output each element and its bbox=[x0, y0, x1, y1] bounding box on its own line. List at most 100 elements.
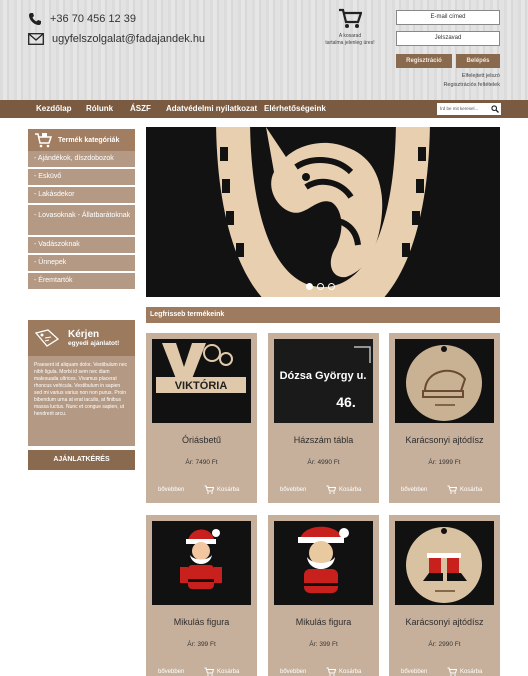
nav-item-contact[interactable]: Elérhetőségeink bbox=[264, 100, 326, 118]
category-item-hunters[interactable]: - Vadászoknak bbox=[28, 237, 135, 255]
details-link[interactable]: bővebben bbox=[401, 669, 427, 675]
cart-icon bbox=[204, 667, 214, 676]
offer-title: Kérjen bbox=[68, 329, 100, 340]
nav-item-about[interactable]: Rólunk bbox=[86, 100, 113, 118]
product-card[interactable]: Mikulás figura Ár: 399 Ft bővebben Kosár… bbox=[146, 515, 257, 676]
offer-header: Kérjen egyedi ajánlatot! bbox=[28, 320, 135, 356]
offer-subtitle: egyedi ajánlatot! bbox=[68, 340, 120, 347]
product-image[interactable]: Dózsa György u. 46. bbox=[274, 339, 373, 423]
cart-icon bbox=[326, 667, 336, 676]
product-card[interactable]: Dózsa György u. 46. Házszám tábla Ár: 49… bbox=[268, 333, 379, 503]
hero-slider[interactable] bbox=[146, 127, 500, 297]
category-sidebar: Termék kategóriák - Ajándékok, díszdoboz… bbox=[28, 129, 135, 291]
nav-item-privacy[interactable]: Adatvédelmi nyilatkozat bbox=[166, 100, 257, 118]
product-price: Ár: 4990 Ft bbox=[307, 459, 340, 466]
cart-status-line1: A kosarad bbox=[338, 33, 362, 39]
add-to-cart-label: Kosárba bbox=[339, 668, 362, 675]
product-name[interactable]: Karácsonyi ajtódísz bbox=[389, 617, 500, 627]
email-field[interactable]: E-mail címed bbox=[396, 10, 500, 25]
phone-icon bbox=[29, 13, 41, 25]
cart-icon bbox=[326, 485, 336, 494]
phone-contact[interactable]: +36 70 456 12 39 bbox=[28, 12, 136, 26]
christmas-door-ornament-image bbox=[406, 527, 482, 603]
product-image[interactable] bbox=[274, 521, 373, 605]
details-link[interactable]: bővebben bbox=[280, 487, 306, 493]
product-name[interactable]: Karácsonyi ajtódísz bbox=[389, 435, 500, 445]
mail-icon bbox=[28, 33, 44, 45]
nav-item-home[interactable]: Kezdőlap bbox=[36, 100, 72, 118]
product-card[interactable]: Karácsonyi ajtódísz Ár: 2990 Ft bővebben… bbox=[389, 515, 500, 676]
add-to-cart-button[interactable]: Kosárba bbox=[447, 667, 482, 676]
newest-products-title: Legfrisseb termékeink bbox=[146, 307, 500, 323]
product-price: Ár: 1999 Ft bbox=[428, 459, 461, 466]
add-to-cart-label: Kosárba bbox=[217, 486, 240, 493]
category-item-horse-lovers[interactable]: - Lovasoknak - Állatbarátoknak bbox=[28, 205, 135, 237]
product-price: Ár: 399 Ft bbox=[309, 641, 338, 648]
category-item-medal-holders[interactable]: - Éremtartók bbox=[28, 273, 135, 291]
password-field[interactable]: Jelszavad bbox=[396, 31, 500, 46]
cart-icon bbox=[447, 667, 457, 676]
details-link[interactable]: bővebben bbox=[158, 487, 184, 493]
add-to-cart-button[interactable]: Kosárba bbox=[326, 667, 361, 676]
add-to-cart-button[interactable]: Kosárba bbox=[204, 667, 239, 676]
product-image[interactable] bbox=[152, 521, 251, 605]
shopping-cart-icon bbox=[339, 8, 362, 28]
sign-street-text: Dózsa György u. bbox=[280, 370, 367, 382]
custom-offer-box: Kérjen egyedi ajánlatot! Praesent id ali… bbox=[28, 320, 135, 470]
cart-icon bbox=[447, 485, 457, 494]
product-image[interactable] bbox=[395, 521, 494, 605]
slider-dot-3[interactable] bbox=[328, 283, 335, 290]
search-input[interactable]: Írd be mit keresel... bbox=[437, 103, 501, 115]
category-header: Termék kategóriák bbox=[28, 129, 135, 151]
product-card[interactable]: Karácsonyi ajtódísz Ár: 1999 Ft bővebben… bbox=[389, 333, 500, 503]
register-button[interactable]: Regisztráció bbox=[396, 54, 452, 68]
category-item-home-decor[interactable]: - Lakásdekor bbox=[28, 187, 135, 205]
santa-figure-image bbox=[180, 529, 222, 599]
giant-letters-image: VIKTÓRIA bbox=[156, 343, 246, 393]
product-card[interactable]: Mikulás figura Ár: 399 Ft bővebben Kosár… bbox=[268, 515, 379, 676]
phone-number: +36 70 456 12 39 bbox=[50, 13, 136, 25]
details-link[interactable]: bővebben bbox=[280, 669, 306, 675]
search-placeholder: Írd be mit keresel... bbox=[440, 106, 479, 111]
details-link[interactable]: bővebben bbox=[158, 669, 184, 675]
house-number-sign-image: Dózsa György u. 46. bbox=[274, 339, 373, 423]
forgot-password-link[interactable]: Elfelejtett jelszó bbox=[462, 73, 500, 79]
product-name[interactable]: Mikulás figura bbox=[268, 617, 379, 627]
cart-icon bbox=[204, 485, 214, 494]
add-to-cart-button[interactable]: Kosárba bbox=[447, 485, 482, 494]
product-name[interactable]: Házszám tábla bbox=[268, 435, 379, 445]
product-name[interactable]: Mikulás figura bbox=[146, 617, 257, 627]
product-price: Ár: 7490 Ft bbox=[185, 459, 218, 466]
product-price: Ár: 399 Ft bbox=[187, 641, 216, 648]
product-name[interactable]: Óriásbetű bbox=[146, 435, 257, 445]
price-tag-icon bbox=[34, 329, 60, 347]
email-contact[interactable]: ugyfelszolgalat@fadajandek.hu bbox=[28, 33, 205, 45]
add-to-cart-label: Kosárba bbox=[460, 486, 483, 493]
santa-figure-image bbox=[298, 526, 349, 603]
add-to-cart-label: Kosárba bbox=[460, 668, 483, 675]
nav-item-terms[interactable]: ÁSZF bbox=[130, 100, 151, 118]
site-header: +36 70 456 12 39 ugyfelszolgalat@fadajan… bbox=[0, 0, 528, 100]
add-to-cart-button[interactable]: Kosárba bbox=[326, 485, 361, 494]
details-link[interactable]: bővebben bbox=[401, 487, 427, 493]
slider-dots bbox=[306, 283, 335, 290]
slider-dot-1[interactable] bbox=[306, 283, 313, 290]
product-price: Ár: 2990 Ft bbox=[428, 641, 461, 648]
offer-text: Praesent id aliquam dolor. Vestibulum ne… bbox=[28, 356, 135, 446]
add-to-cart-button[interactable]: Kosárba bbox=[204, 485, 239, 494]
product-image[interactable]: VIKTÓRIA bbox=[152, 339, 251, 423]
search-icon[interactable] bbox=[491, 105, 499, 113]
category-item-holidays[interactable]: - Ünnepek bbox=[28, 255, 135, 273]
registration-terms-link[interactable]: Regisztrációs feltételek bbox=[443, 82, 500, 88]
product-image[interactable] bbox=[395, 339, 494, 423]
slider-dot-2[interactable] bbox=[317, 283, 324, 290]
login-button[interactable]: Belépés bbox=[456, 54, 500, 68]
cart-widget[interactable]: A kosarad tartalma jelenleg üres! bbox=[322, 8, 378, 47]
cart-gift-icon bbox=[35, 133, 52, 148]
horseshoe-horse-image bbox=[216, 127, 430, 297]
product-card[interactable]: VIKTÓRIA Óriásbetű Ár: 7490 Ft bővebben … bbox=[146, 333, 257, 503]
category-title: Termék kategóriák bbox=[58, 136, 120, 144]
category-item-wedding[interactable]: - Esküvő bbox=[28, 169, 135, 187]
request-offer-button[interactable]: AJÁNLATKÉRÉS bbox=[28, 450, 135, 470]
category-item-gifts[interactable]: - Ajándékok, díszdobozok bbox=[28, 151, 135, 169]
